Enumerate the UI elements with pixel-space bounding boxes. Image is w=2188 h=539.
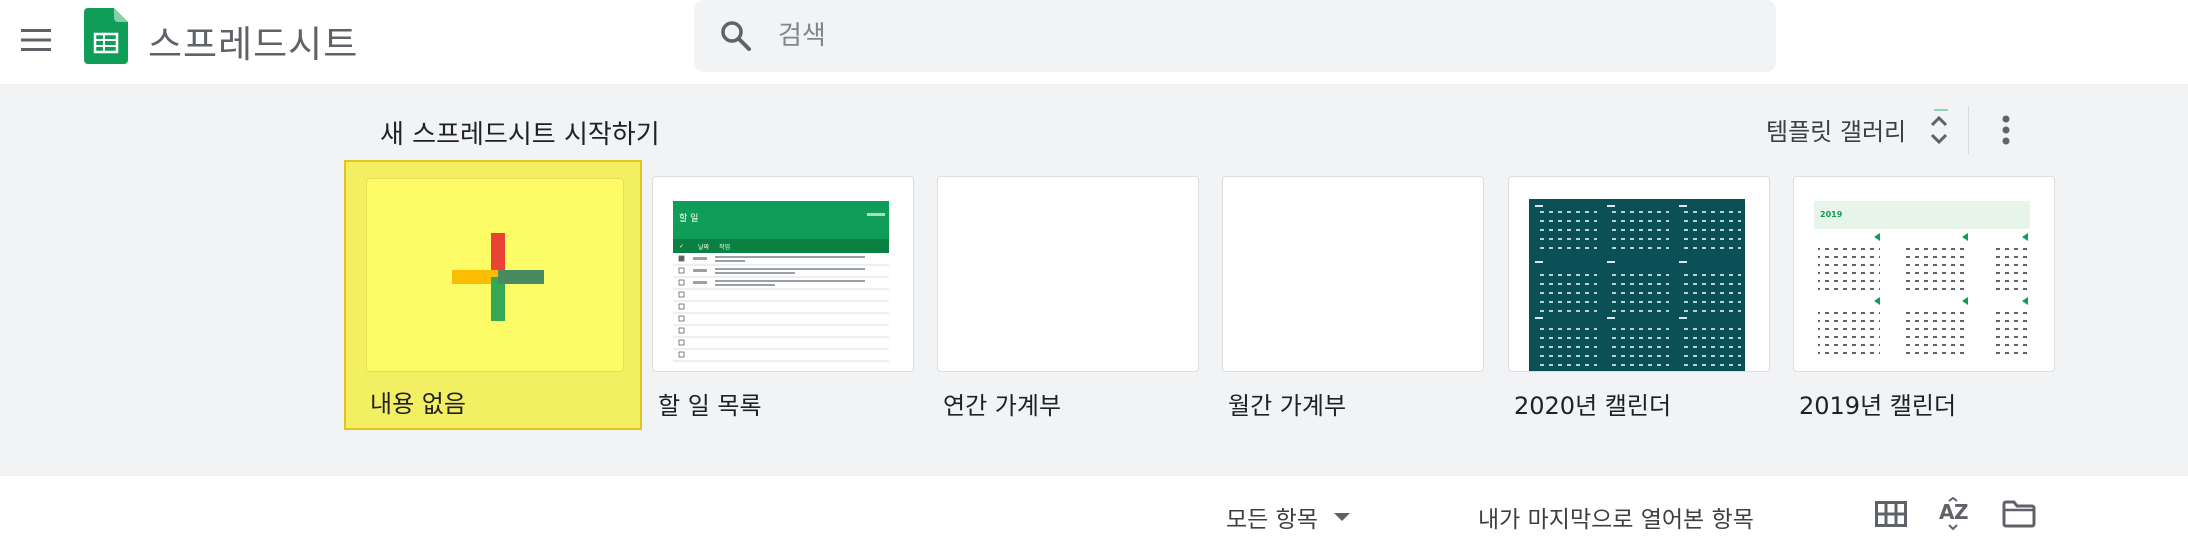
folder-icon[interactable] — [2000, 496, 2038, 532]
template-thumbnail-calendar-2019: 2019 — [1793, 176, 2055, 372]
todo-col-task: 작업 — [719, 243, 731, 251]
template-label: 내용 없음 — [370, 390, 466, 418]
search-bar[interactable] — [694, 0, 1776, 72]
template-label: 2019년 캘린더 — [1799, 392, 1957, 420]
template-tile-annual-budget[interactable]: 연간 가계부 — [937, 176, 1199, 421]
app-title[interactable]: 스프레드시트 — [148, 14, 358, 68]
section-title: 새 스프레드시트 시작하기 — [380, 120, 660, 150]
template-thumbnail-annual-budget — [937, 176, 1199, 372]
template-gallery-section: 새 스프레드시트 시작하기 템플릿 갤러리 내용 없음 할 일 ✓ 날짜 작업 … — [0, 84, 2188, 476]
calendar-year-text: 2019 — [1820, 210, 1843, 219]
template-tile-todo[interactable]: 할 일 ✓ 날짜 작업 할 일 목록 — [652, 176, 914, 421]
template-tile-blank[interactable]: 내용 없음 — [344, 160, 642, 430]
template-tile-calendar-2020[interactable]: 2020년 캘린더 — [1508, 176, 1770, 421]
grid-view-icon[interactable] — [1872, 496, 1910, 532]
template-thumbnail-monthly-budget — [1222, 176, 1484, 372]
todo-header-text: 할 일 — [679, 214, 699, 224]
template-thumbnail-blank — [366, 178, 624, 372]
unfold-icon — [1924, 106, 1954, 152]
dropdown-caret-icon — [1333, 513, 1350, 521]
calendar-grid-illustration — [1818, 233, 2028, 357]
owner-filter-dropdown[interactable]: 모든 항목 — [1226, 500, 1350, 534]
template-tile-calendar-2019[interactable]: 2019 2019년 캘린더 — [1793, 176, 2055, 421]
plus-icon — [452, 233, 544, 321]
template-thumbnail-calendar-2020 — [1508, 176, 1770, 372]
todo-rows-illustration — [673, 255, 889, 362]
template-label: 월간 가계부 — [1228, 392, 1347, 420]
todo-col-check: ✓ — [679, 242, 685, 250]
search-icon[interactable] — [718, 18, 754, 54]
svg-text:A: A — [1939, 500, 1955, 524]
sort-az-icon[interactable]: A Z — [1936, 496, 1974, 532]
svg-text:Z: Z — [1954, 500, 1969, 524]
template-gallery-label: 템플릿 갤러리 — [1766, 117, 1907, 146]
template-label: 2020년 캘린더 — [1514, 392, 1672, 420]
google-sheets-logo[interactable] — [84, 8, 128, 64]
calendar-grid-illustration — [1535, 205, 1741, 368]
owner-filter-label: 모든 항목 — [1226, 507, 1318, 533]
template-thumbnail-todo: 할 일 ✓ 날짜 작업 — [652, 176, 914, 372]
search-input[interactable] — [778, 14, 1738, 58]
file-list-toolbar: 모든 항목 내가 마지막으로 열어본 항목 A Z — [0, 476, 2188, 539]
template-tile-monthly-budget[interactable]: 월간 가계부 — [1222, 176, 1484, 421]
template-label: 할 일 목록 — [658, 392, 762, 420]
more-options-icon[interactable] — [1984, 106, 2028, 154]
app-header: 스프레드시트 — [0, 0, 2188, 84]
template-gallery-toggle[interactable]: 템플릿 갤러리 — [1766, 104, 1954, 154]
template-label: 연간 가계부 — [943, 392, 1062, 420]
hamburger-menu-icon[interactable] — [14, 18, 58, 62]
divider — [1968, 106, 1969, 154]
todo-col-date: 날짜 — [698, 243, 710, 251]
sort-order-label[interactable]: 내가 마지막으로 열어본 항목 — [1478, 500, 1754, 534]
